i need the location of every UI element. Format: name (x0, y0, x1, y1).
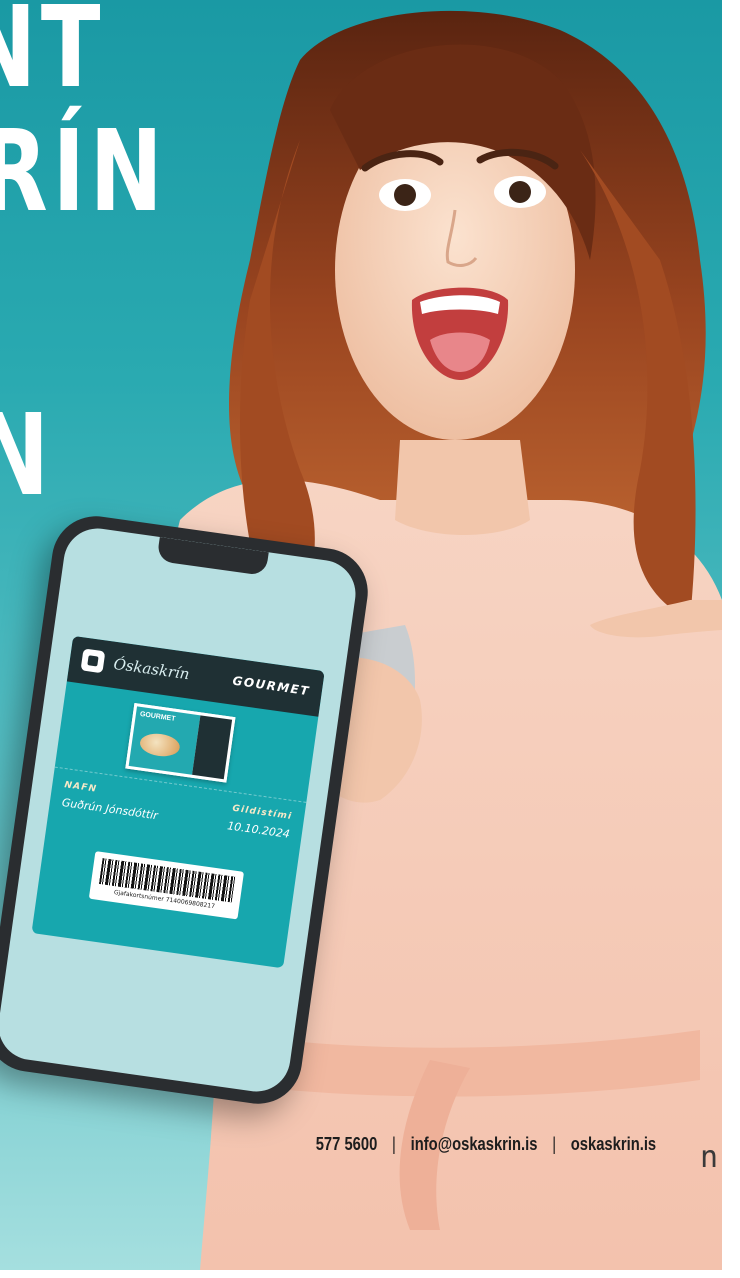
phone-notch (156, 536, 269, 577)
food-image (138, 731, 182, 759)
phone-screen: Óskaskrín GOURMET GOURMET NAFN Guðrún Jó… (0, 524, 360, 1096)
website-link[interactable]: oskaskrin.is (571, 1134, 656, 1155)
pass-type: GOURMET (231, 673, 311, 699)
phone-number: 577 5600 (315, 1133, 378, 1154)
name-value: Guðrún Jónsdóttir (61, 795, 159, 823)
pass-brand: Óskaskrín (112, 654, 191, 684)
wallet-pass-header: Óskaskrín GOURMET (66, 635, 325, 717)
separator: | (391, 1133, 396, 1154)
clipped-text: n (700, 1140, 719, 1175)
contact-bar: 577 5600 | info@oskaskrin.is | oskaskrin… (316, 1128, 656, 1160)
gift-card-image: GOURMET (125, 703, 236, 783)
valid-label: Gildistími (231, 803, 293, 823)
wallet-pass: Óskaskrín GOURMET GOURMET NAFN Guðrún Jó… (31, 635, 325, 969)
valid-value: 10.10.2024 (226, 819, 291, 841)
separator: | (552, 1133, 556, 1154)
advertisement-banner: NT KRÍN N (0, 0, 722, 1270)
gift-card-label: GOURMET (139, 710, 176, 723)
oskaskrin-logo-icon (80, 648, 106, 674)
email-link[interactable]: info@oskaskrin.is (411, 1134, 538, 1155)
barcode-panel: Gjafakortsnúmer 7140069808217 (88, 851, 245, 920)
name-label: NAFN (63, 780, 98, 795)
